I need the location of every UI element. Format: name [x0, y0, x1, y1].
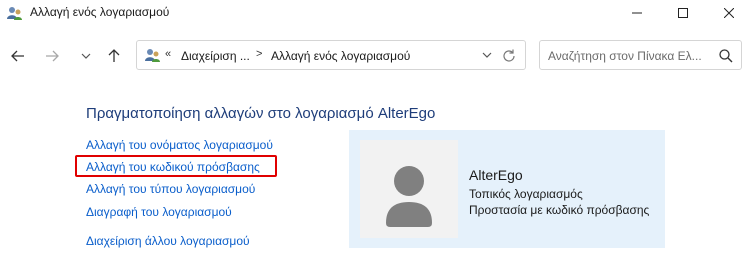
chevron-down-icon — [81, 53, 91, 59]
back-button[interactable] — [6, 45, 30, 67]
user-avatar-icon — [386, 166, 432, 227]
change-account-type-link[interactable]: Αλλαγή του τύπου λογαριασμού — [86, 182, 255, 196]
search-input[interactable]: Αναζήτηση στον Πίνακα Ελ... — [539, 40, 742, 70]
arrow-up-icon — [108, 49, 120, 62]
maximize-button[interactable] — [660, 0, 706, 26]
refresh-button[interactable] — [500, 47, 518, 65]
breadcrumb-overflow[interactable]: « — [165, 48, 171, 60]
user-accounts-icon — [145, 49, 160, 62]
account-info-panel: AlterEgo Τοπικός λογαριασμός Προστασία μ… — [349, 130, 665, 248]
account-protection-status: Προστασία με κωδικό πρόσβασης — [469, 203, 650, 217]
page-title: Πραγματοποίηση αλλαγών στο λογαριασμό Al… — [86, 105, 436, 122]
account-name: AlterEgo — [469, 167, 523, 183]
search-placeholder: Αναζήτηση στον Πίνακα Ελ... — [548, 49, 702, 63]
highlight-annotation — [75, 155, 277, 177]
forward-button[interactable] — [40, 45, 64, 67]
chevron-down-icon — [482, 52, 492, 58]
minimize-icon — [632, 12, 642, 14]
window-title: Αλλαγή ενός λογαριασμού — [30, 5, 170, 19]
refresh-icon — [503, 49, 515, 62]
change-account-name-link[interactable]: Αλλαγή του ονόματος λογαριασμού — [86, 138, 273, 152]
up-button[interactable] — [102, 45, 126, 67]
search-icon[interactable] — [718, 48, 734, 64]
close-icon — [724, 8, 734, 18]
address-bar[interactable]: « Διαχείριση ... > Αλλαγή ενός λογαριασμ… — [136, 40, 526, 70]
minimize-button[interactable] — [614, 0, 660, 26]
avatar — [360, 140, 458, 238]
close-button[interactable] — [706, 0, 750, 26]
maximize-icon — [678, 8, 688, 18]
account-type: Τοπικός λογαριασμός — [469, 187, 583, 201]
address-dropdown-button[interactable] — [479, 47, 495, 63]
title-bar: Αλλαγή ενός λογαριασμού — [0, 0, 750, 26]
recent-locations-button[interactable] — [74, 45, 98, 67]
breadcrumb-separator[interactable]: > — [256, 48, 262, 60]
arrow-left-icon — [11, 50, 24, 62]
delete-account-link[interactable]: Διαγραφή του λογαριασμού — [86, 205, 232, 219]
manage-another-account-link[interactable]: Διαχείριση άλλου λογαριασμού — [86, 234, 250, 248]
user-accounts-icon — [7, 7, 22, 20]
breadcrumb-item-manage[interactable]: Διαχείριση ... — [181, 49, 250, 63]
breadcrumb-item-current[interactable]: Αλλαγή ενός λογαριασμού — [271, 49, 410, 63]
navigation-bar: « Διαχείριση ... > Αλλαγή ενός λογαριασμ… — [0, 37, 750, 75]
arrow-right-icon — [46, 50, 59, 62]
